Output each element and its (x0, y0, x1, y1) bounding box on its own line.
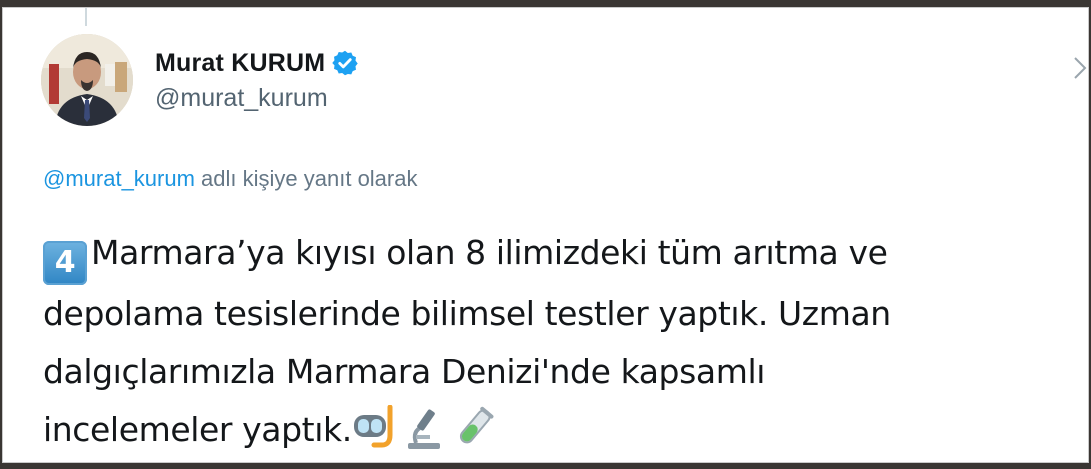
tweet-text: 4 Marmara’ya kıyısı olan 8 ilimizdeki tüm… (43, 224, 1073, 459)
thread-connector-line (85, 8, 87, 26)
screenshot-frame: Murat KURUM @murat_kurum @murat_kurum ad… (0, 0, 1091, 465)
reply-mention-link[interactable]: @murat_kurum (43, 166, 195, 191)
author-name-row: Murat KURUM (155, 46, 359, 80)
tweet-text-line: incelemeler yaptık. (43, 401, 1073, 459)
tweet-text-line-3: dalgıçlarımızla Marmara Denizi'nde kapsa… (43, 352, 765, 391)
reply-context-text: adlı kişiye yanıt olarak (194, 166, 418, 191)
avatar[interactable] (41, 34, 133, 126)
author-name[interactable]: Murat KURUM (155, 49, 325, 78)
reply-context: @murat_kurum adlı kişiye yanıt olarak (43, 166, 417, 192)
tweet-text-line-1: Marmara’ya kıyısı olan 8 ilimizdeki tüm … (91, 233, 888, 272)
tweet-text-line: 4 Marmara’ya kıyısı olan 8 ilimizdeki tüm… (43, 224, 1073, 285)
more-options-icon[interactable] (1071, 50, 1091, 80)
keycap-number-icon: 4 (43, 241, 87, 285)
tweet-text-line-4: incelemeler yaptık. (43, 410, 352, 449)
tweet-text-line-2: depolama tesislerinde bilimsel testler y… (43, 294, 891, 333)
avatar-photo (41, 34, 133, 126)
author-handle[interactable]: @murat_kurum (155, 84, 359, 113)
verified-badge-icon (331, 49, 359, 77)
tweet-card[interactable]: Murat KURUM @murat_kurum @murat_kurum ad… (2, 7, 1089, 463)
diving-mask-icon (352, 404, 396, 451)
tweet-header: Murat KURUM @murat_kurum (155, 46, 359, 113)
test-tube-icon (452, 405, 496, 451)
microscope-icon (402, 405, 446, 451)
